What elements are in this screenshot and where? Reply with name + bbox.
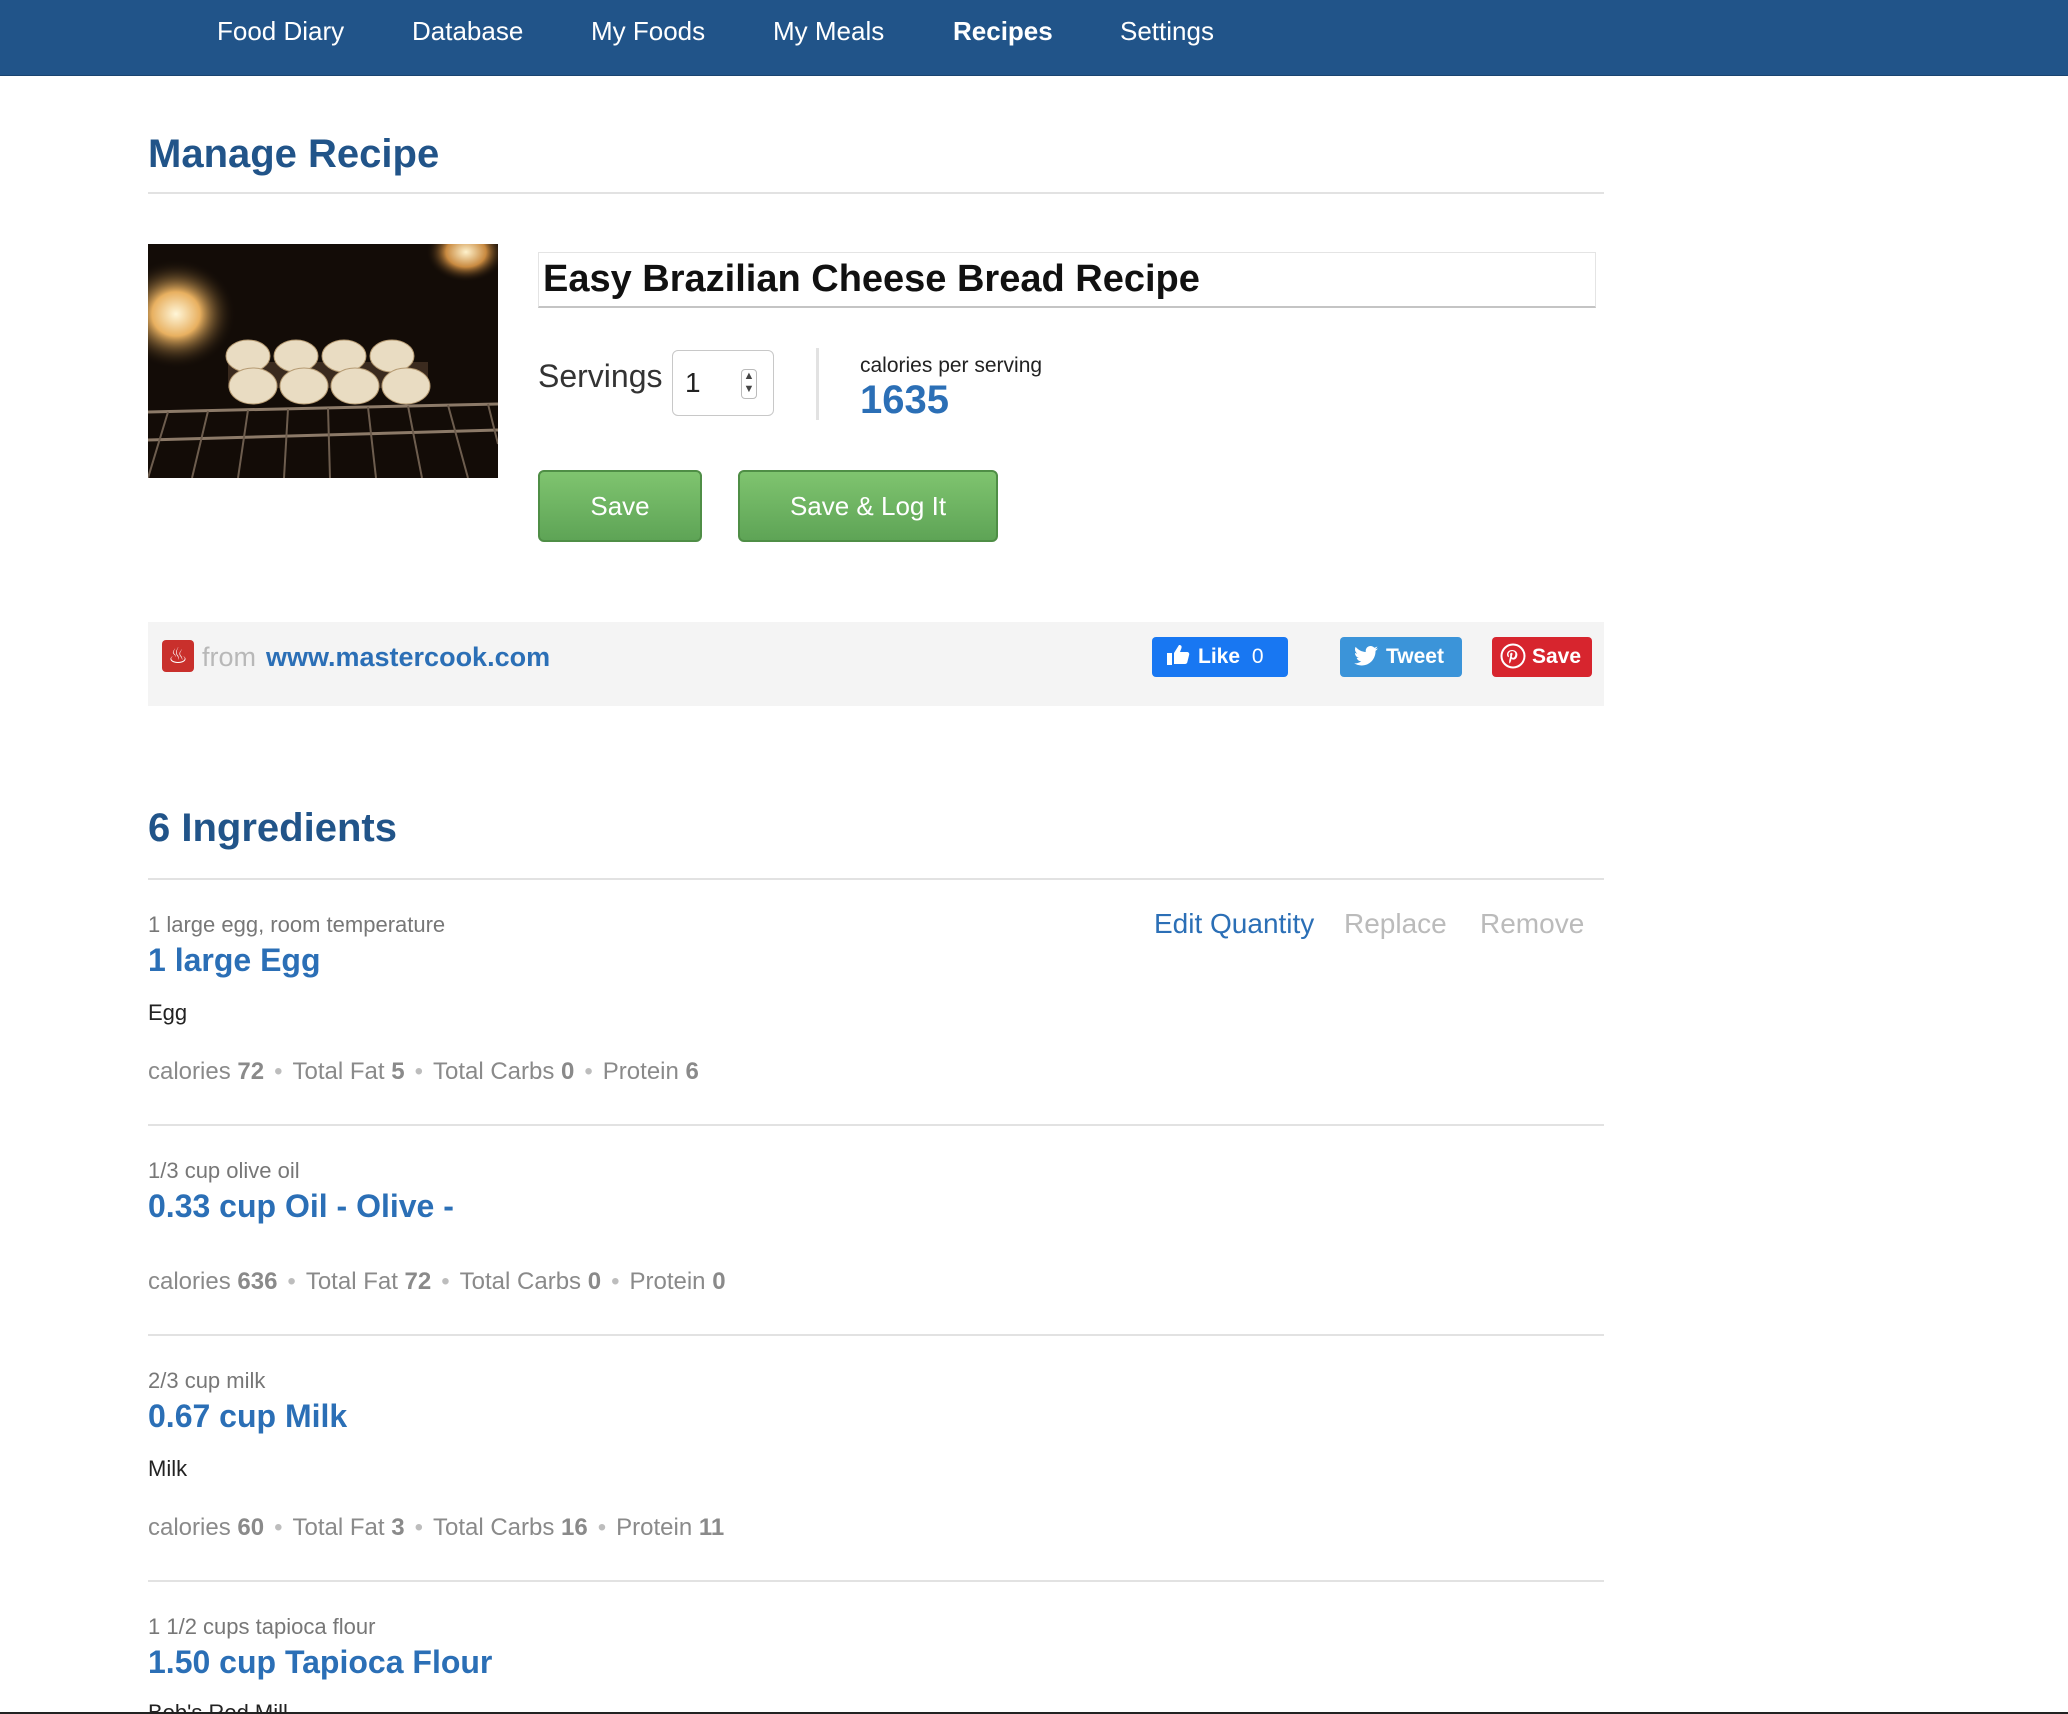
nav-my-foods[interactable]: My Foods bbox=[591, 0, 705, 62]
tweet-label: Tweet bbox=[1386, 645, 1444, 668]
row-divider bbox=[148, 1124, 1604, 1126]
like-label: Like bbox=[1198, 645, 1241, 668]
nav-recipes[interactable]: Recipes bbox=[953, 0, 1053, 62]
calories-value: 60 bbox=[237, 1514, 265, 1541]
nav-food-diary[interactable]: Food Diary bbox=[217, 0, 344, 62]
top-nav: Food Diary Database My Foods My Meals Re… bbox=[0, 0, 2068, 76]
protein-label: Protein bbox=[629, 1268, 706, 1295]
save-button[interactable]: Save bbox=[538, 470, 702, 542]
fat-value: 3 bbox=[391, 1514, 405, 1541]
ingredient-name-link[interactable]: 1 large Egg bbox=[148, 942, 321, 979]
spinner-icon[interactable]: ▲ ▼ bbox=[741, 369, 757, 399]
ingredient-name-link[interactable]: 1.50 cup Tapioca Flour bbox=[148, 1644, 492, 1681]
ingredient-original-text: 1 1/2 cups tapioca flour bbox=[148, 1614, 376, 1639]
twitter-bird-icon bbox=[1354, 637, 1378, 677]
servings-input[interactable]: 1 ▲ ▼ bbox=[672, 350, 774, 416]
ingredient-name-link[interactable]: 0.33 cup Oil - Olive - bbox=[148, 1188, 454, 1225]
mastercook-logo-icon: ♨ bbox=[162, 640, 194, 672]
protein-value: 0 bbox=[712, 1268, 726, 1295]
protein-label: Protein bbox=[616, 1514, 693, 1541]
ingredient-name-link[interactable]: 0.67 cup Milk bbox=[148, 1398, 347, 1435]
carbs-value: 0 bbox=[587, 1268, 602, 1295]
nav-my-meals[interactable]: My Meals bbox=[773, 0, 884, 62]
source-link[interactable]: www.mastercook.com bbox=[266, 642, 550, 673]
fat-value: 5 bbox=[391, 1058, 405, 1085]
ingredient-original-text: 1 large egg, room temperature bbox=[148, 912, 446, 937]
remove-link[interactable]: Remove bbox=[1480, 908, 1584, 940]
facebook-like-button[interactable]: Like 0 bbox=[1152, 637, 1288, 677]
calories-value: 72 bbox=[237, 1058, 265, 1085]
row-divider bbox=[148, 1580, 1604, 1582]
pinterest-icon bbox=[1500, 637, 1526, 677]
replace-link[interactable]: Replace bbox=[1344, 908, 1447, 940]
nav-database[interactable]: Database bbox=[412, 0, 523, 62]
ingredient-description: Egg bbox=[148, 1000, 188, 1025]
calories-per-serving-label: calories per serving bbox=[860, 354, 1043, 377]
title-divider bbox=[148, 192, 1604, 194]
recipe-photo bbox=[148, 244, 498, 478]
fat-label: Total Fat bbox=[292, 1058, 385, 1085]
pin-save-label: Save bbox=[1532, 645, 1582, 668]
nav-settings[interactable]: Settings bbox=[1120, 0, 1214, 62]
ingredient-nutrition: calories 60 • Total Fat 3 • Total Carbs 16 • P… bbox=[148, 1514, 725, 1541]
protein-value: 11 bbox=[698, 1514, 725, 1541]
row-divider bbox=[148, 1334, 1604, 1336]
source-from-label: from bbox=[202, 642, 256, 672]
carbs-value: 16 bbox=[561, 1514, 588, 1541]
carbs-label: Total Carbs bbox=[432, 1514, 555, 1541]
fat-label: Total Fat bbox=[305, 1268, 398, 1295]
fat-value: 72 bbox=[404, 1268, 432, 1295]
calories-label: calories bbox=[148, 1268, 231, 1295]
source-bar: ♨ from www.mastercook.com Like 0 Tweet S… bbox=[148, 622, 1604, 706]
like-count: 0 bbox=[1251, 645, 1264, 668]
ingredients-divider bbox=[148, 878, 1604, 880]
tweet-button[interactable]: Tweet bbox=[1340, 637, 1462, 677]
calories-label: calories bbox=[148, 1058, 231, 1085]
calories-per-serving-value: 1635 bbox=[860, 378, 949, 422]
carbs-label: Total Carbs bbox=[459, 1268, 582, 1295]
ingredient-nutrition: calories 72 • Total Fat 5 • Total Carbs 0 • Pr… bbox=[148, 1058, 699, 1085]
ingredient-description: Milk bbox=[148, 1456, 188, 1481]
pinterest-save-button[interactable]: Save bbox=[1492, 637, 1592, 677]
servings-value: 1 bbox=[685, 367, 701, 398]
vertical-divider bbox=[816, 348, 819, 420]
calories-label: calories bbox=[148, 1514, 231, 1541]
servings-label: Servings bbox=[538, 358, 663, 394]
ingredient-nutrition: calories 636 • Total Fat 72 • Total Carbs 0 •… bbox=[148, 1268, 726, 1295]
save-and-log-button[interactable]: Save & Log It bbox=[738, 470, 998, 542]
calories-value: 636 bbox=[237, 1268, 278, 1295]
ingredients-title: 6 Ingredients bbox=[148, 806, 397, 850]
page-title: Manage Recipe bbox=[148, 132, 440, 176]
ingredient-original-text: 1/3 cup olive oil bbox=[148, 1158, 300, 1183]
ingredient-original-text: 2/3 cup milk bbox=[148, 1368, 266, 1393]
carbs-label: Total Carbs bbox=[432, 1058, 555, 1085]
carbs-value: 0 bbox=[561, 1058, 575, 1085]
thumbs-up-icon bbox=[1166, 637, 1190, 677]
fat-label: Total Fat bbox=[292, 1514, 385, 1541]
recipe-name-input[interactable] bbox=[538, 252, 1596, 308]
protein-label: Protein bbox=[602, 1058, 679, 1085]
protein-value: 6 bbox=[685, 1058, 699, 1085]
edit-quantity-link[interactable]: Edit Quantity bbox=[1154, 908, 1314, 940]
